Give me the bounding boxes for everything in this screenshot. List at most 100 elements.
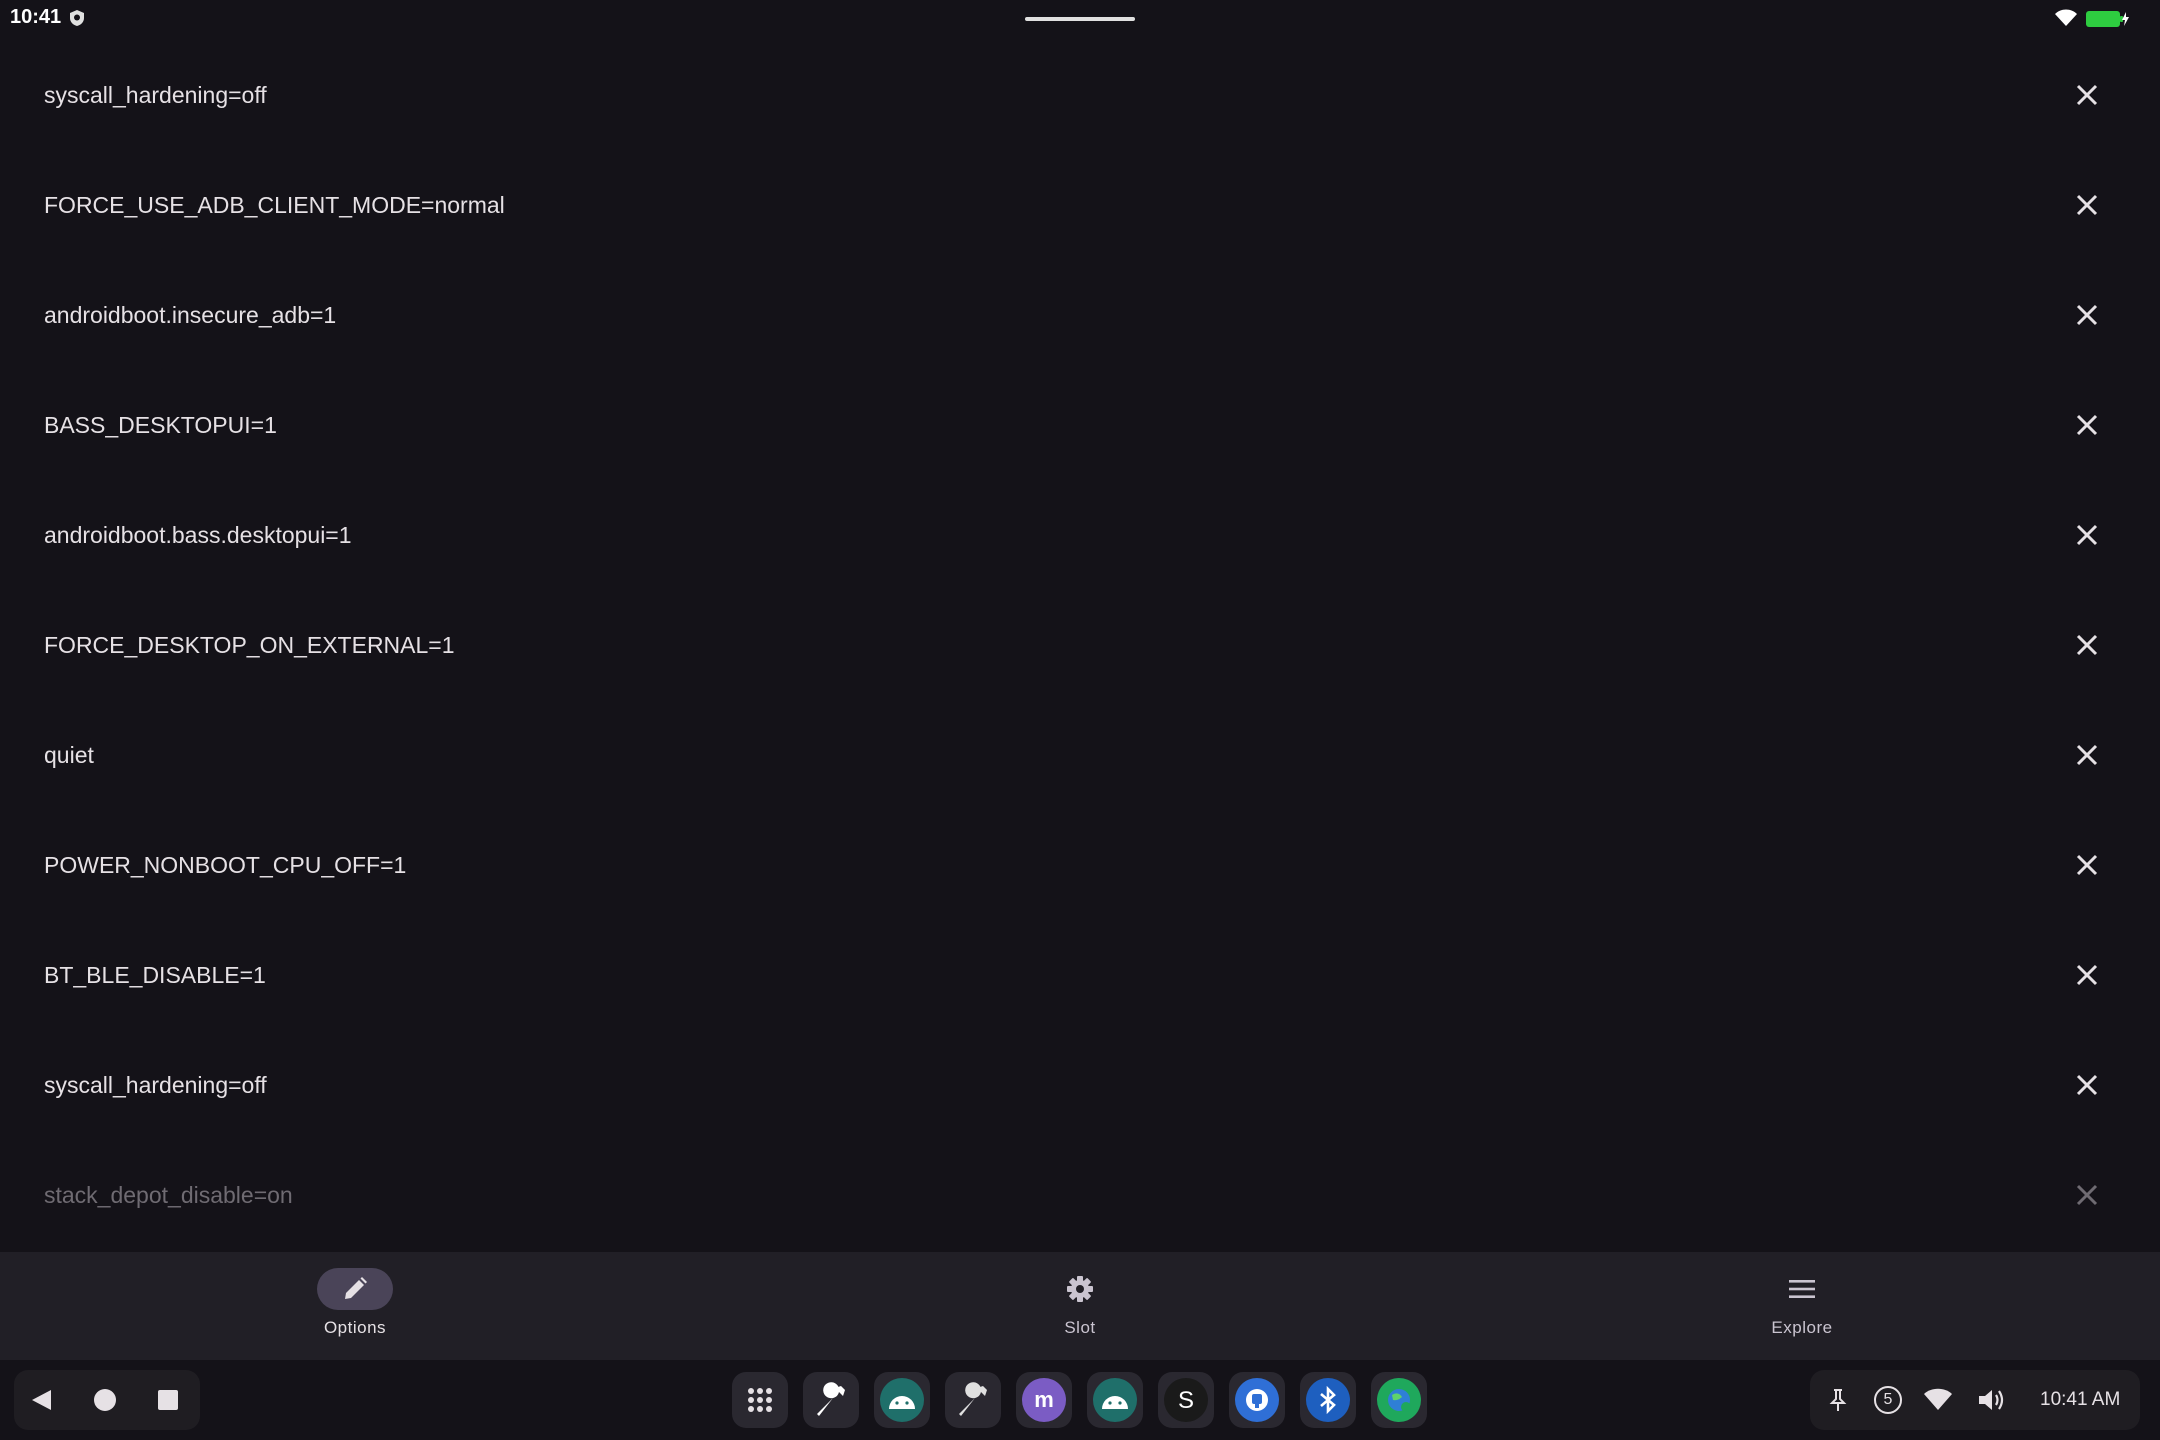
list-item-label: androidboot.insecure_adb=1 [44, 302, 337, 328]
menu-icon [1789, 1280, 1815, 1298]
svg-text:S: S [1178, 1387, 1194, 1414]
gear-icon [1067, 1276, 1093, 1302]
system-tray: 5 10:41 AM [1810, 1370, 2140, 1430]
remove-button[interactable] [2064, 732, 2110, 778]
wrench-app-button[interactable] [803, 1372, 859, 1428]
close-icon [2076, 524, 2098, 546]
list-item-label: syscall_hardening=off [44, 82, 267, 108]
pin-button[interactable] [1822, 1384, 1854, 1416]
remove-button[interactable] [2064, 512, 2110, 558]
list-item: stack_depot_disable=on [0, 1140, 2160, 1250]
back-icon [32, 1390, 51, 1410]
nav-indicator [317, 1268, 393, 1310]
close-icon [2076, 854, 2098, 876]
screen: 10:41 syscall_hardening=off FORCE_USE_AD… [0, 0, 2160, 1440]
nav-explore[interactable]: Explore [1702, 1252, 1902, 1360]
s-app-button[interactable]: S [1158, 1372, 1214, 1428]
list-item-label: stack_depot_disable=on [44, 1182, 293, 1208]
close-icon [2076, 744, 2098, 766]
bottom-navigation: Options Slot Explore [0, 1252, 2160, 1360]
pin-icon [1829, 1389, 1847, 1411]
list-item: BT_BLE_DISABLE=1 [0, 920, 2160, 1030]
android-app-icon [1093, 1378, 1137, 1422]
m-app-icon: m [1022, 1378, 1066, 1422]
pencil-icon [345, 1277, 367, 1299]
nav-options[interactable]: Options [255, 1252, 455, 1360]
list-item: FORCE_DESKTOP_ON_EXTERNAL=1 [0, 590, 2160, 700]
wrench-app-icon [817, 1382, 845, 1416]
nav-label: Slot [1064, 1318, 1096, 1337]
list-item-label: androidboot.bass.desktopui=1 [44, 522, 352, 548]
wifi-icon [2054, 9, 2078, 27]
list-item: syscall_hardening=off [0, 1030, 2160, 1140]
list-item: androidboot.bass.desktopui=1 [0, 480, 2160, 590]
wrench-app-icon [959, 1382, 987, 1416]
list-item-label: POWER_NONBOOT_CPU_OFF=1 [44, 852, 407, 878]
list-item: quiet [0, 700, 2160, 810]
system-nav-group [14, 1370, 200, 1430]
volume-icon[interactable] [1976, 1384, 2008, 1416]
taskbar: m S 5 10:41 AM [0, 1360, 2160, 1440]
remove-button[interactable] [2064, 292, 2110, 338]
nav-indicator [1764, 1268, 1840, 1310]
globe-app-icon [1377, 1378, 1421, 1422]
close-icon [2076, 1184, 2098, 1206]
m-app-button[interactable]: m [1016, 1372, 1072, 1428]
android-app-icon [880, 1378, 924, 1422]
close-icon [2076, 964, 2098, 986]
tray-clock[interactable]: 10:41 AM [2040, 1370, 2120, 1430]
list-item-label: FORCE_DESKTOP_ON_EXTERNAL=1 [44, 632, 455, 658]
android-app-button[interactable] [874, 1372, 930, 1428]
shield-icon [68, 9, 86, 27]
close-icon [2076, 84, 2098, 106]
remove-button[interactable] [2064, 72, 2110, 118]
remove-button[interactable] [2064, 402, 2110, 448]
remove-button[interactable] [2064, 1172, 2110, 1218]
list-item-label: quiet [44, 742, 94, 768]
notification-count: 5 [1883, 1391, 1893, 1408]
list-item-label: BASS_DESKTOPUI=1 [44, 412, 277, 438]
remove-button[interactable] [2064, 182, 2110, 228]
list-item-label: syscall_hardening=off [44, 1072, 267, 1098]
usb-app-button[interactable] [1229, 1372, 1285, 1428]
list-item: POWER_NONBOOT_CPU_OFF=1 [0, 810, 2160, 920]
remove-button[interactable] [2064, 622, 2110, 668]
app-drawer-button[interactable] [732, 1372, 788, 1428]
back-button[interactable] [22, 1380, 62, 1420]
app-drawer-icon [748, 1388, 772, 1412]
list-item: BASS_DESKTOPUI=1 [0, 370, 2160, 480]
nav-indicator [1042, 1268, 1118, 1310]
remove-button[interactable] [2064, 1062, 2110, 1108]
close-icon [2076, 414, 2098, 436]
nav-label: Explore [1771, 1318, 1833, 1337]
wrench-app-button[interactable] [945, 1372, 1001, 1428]
nav-slot[interactable]: Slot [980, 1252, 1180, 1360]
home-button[interactable] [85, 1380, 125, 1420]
home-icon [94, 1389, 116, 1411]
bluetooth-app-button[interactable] [1300, 1372, 1356, 1428]
nav-label: Options [323, 1318, 387, 1337]
list-item: androidboot.insecure_adb=1 [0, 260, 2160, 370]
list-item: FORCE_USE_ADB_CLIENT_MODE=normal [0, 150, 2160, 260]
globe-app-button[interactable] [1371, 1372, 1427, 1428]
svg-text:m: m [1034, 1387, 1054, 1412]
remove-button[interactable] [2064, 952, 2110, 998]
battery-charging-icon [2086, 9, 2130, 29]
close-icon [2076, 1074, 2098, 1096]
drag-handle[interactable] [1025, 17, 1135, 21]
list-item: syscall_hardening=off [0, 40, 2160, 150]
remove-button[interactable] [2064, 842, 2110, 888]
close-icon [2076, 304, 2098, 326]
android-app-button[interactable] [1087, 1372, 1143, 1428]
close-icon [2076, 194, 2098, 216]
s-app-icon: S [1164, 1378, 1208, 1422]
recents-icon [158, 1390, 178, 1410]
wifi-icon[interactable] [1922, 1384, 1954, 1416]
usb-app-icon [1235, 1378, 1279, 1422]
recents-button[interactable] [148, 1380, 188, 1420]
list-item-label: BT_BLE_DISABLE=1 [44, 962, 266, 988]
close-icon [2076, 634, 2098, 656]
notification-count-icon[interactable]: 5 [1872, 1384, 1904, 1416]
bluetooth-app-icon [1306, 1378, 1350, 1422]
list-item-label: FORCE_USE_ADB_CLIENT_MODE=normal [44, 192, 505, 218]
